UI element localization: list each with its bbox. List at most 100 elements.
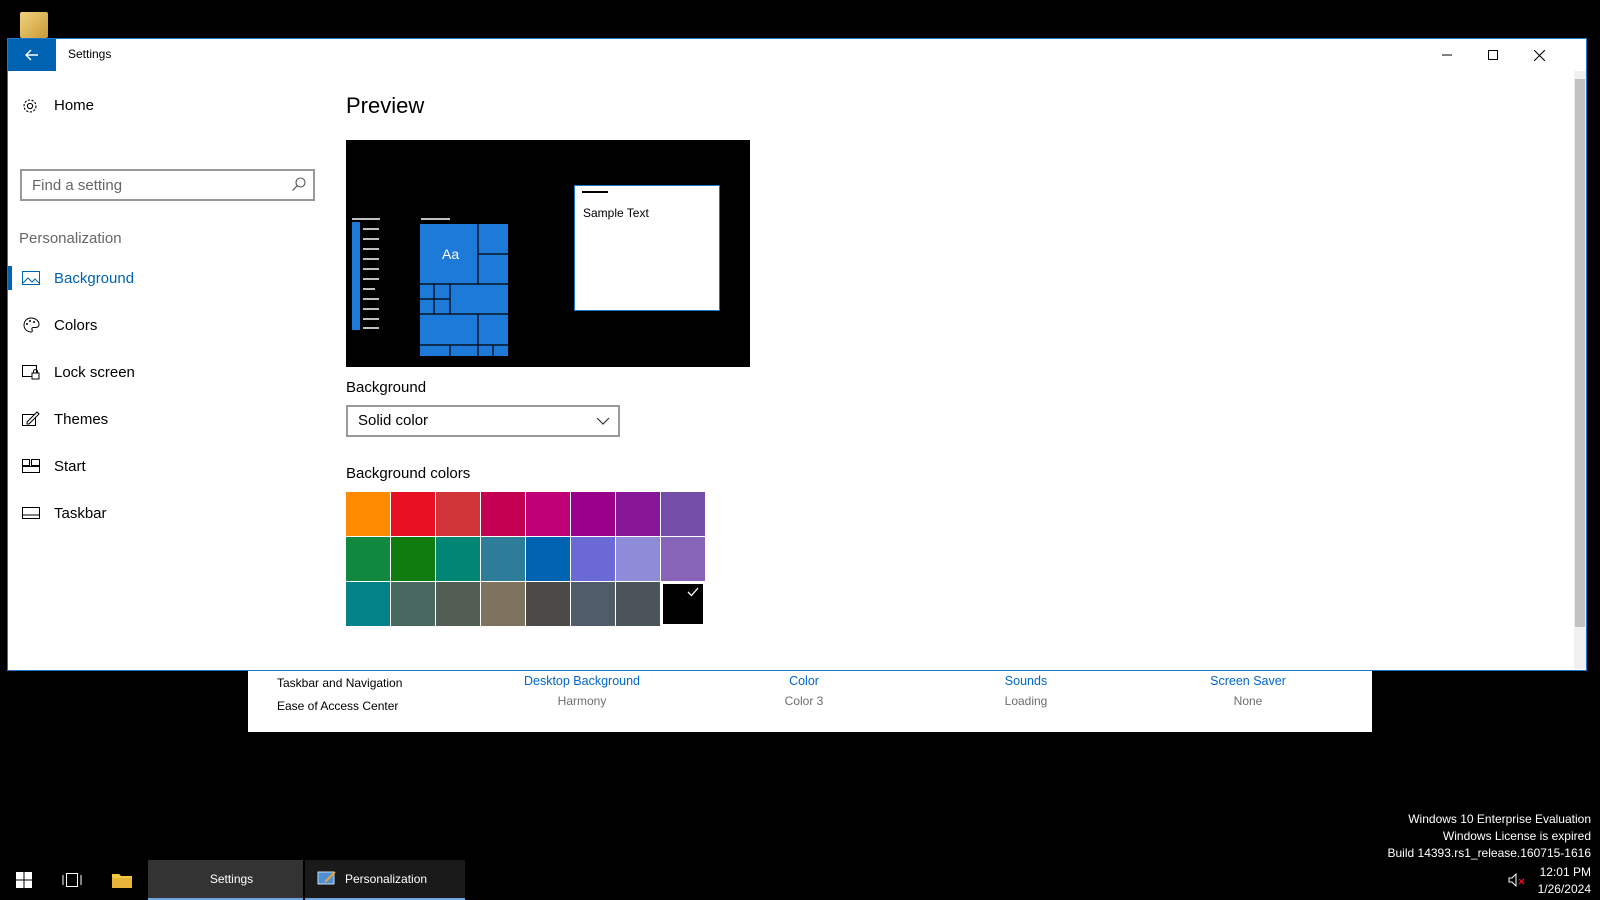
color-swatch[interactable] — [346, 492, 390, 536]
background-dropdown[interactable]: Solid color — [346, 405, 620, 437]
task-view-icon — [62, 873, 82, 887]
color-swatch[interactable] — [436, 492, 480, 536]
palette-icon — [23, 317, 40, 333]
search-box[interactable] — [20, 169, 315, 201]
color-swatch[interactable] — [526, 492, 570, 536]
color-swatch[interactable] — [346, 537, 390, 581]
desktop-user-folder-icon[interactable] — [20, 12, 48, 38]
watermark-license: Windows License is expired — [1442, 829, 1591, 843]
back-button[interactable] — [8, 39, 56, 71]
speaker-muted-icon — [1508, 873, 1525, 887]
clock[interactable]: 12:01 PM 1/26/2024 — [1538, 864, 1591, 898]
preview-tile-text: Aa — [442, 246, 460, 262]
lock-screen-icon — [22, 364, 40, 379]
windows-logo-icon — [16, 872, 32, 888]
home-nav-item[interactable]: Home — [22, 97, 94, 114]
color-swatch[interactable] — [616, 582, 660, 626]
color-swatch[interactable] — [436, 537, 480, 581]
screen-saver-subtitle: None — [1233, 694, 1263, 708]
file-explorer-button[interactable] — [98, 860, 146, 900]
taskbar-icon — [22, 507, 40, 519]
maximize-button[interactable] — [1470, 39, 1516, 71]
color-swatch[interactable] — [391, 492, 435, 536]
background-color-swatches — [346, 492, 706, 626]
volume-button[interactable] — [1504, 860, 1530, 900]
sidebar-item-themes[interactable]: Themes — [8, 399, 326, 439]
color-swatch[interactable] — [571, 537, 615, 581]
personalization-icon — [317, 871, 336, 885]
sidebar-label-lock-screen: Lock screen — [54, 363, 135, 381]
sidebar-label-colors: Colors — [54, 316, 98, 334]
color-swatch[interactable] — [616, 492, 660, 536]
taskbar-app-settings[interactable]: Settings — [148, 860, 303, 900]
search-input[interactable] — [22, 171, 282, 199]
desktop-background-item[interactable]: Desktop Background Harmony — [502, 674, 662, 708]
clock-time: 12:01 PM — [1539, 865, 1591, 879]
preview-heading: Preview — [346, 93, 425, 118]
taskbar-navigation-link[interactable]: Taskbar and Navigation — [277, 676, 402, 690]
sidebar-label-start: Start — [54, 457, 86, 475]
title-bar[interactable]: Settings — [8, 39, 1586, 71]
color-swatch[interactable] — [661, 582, 705, 626]
taskbar-app-settings-label: Settings — [209, 872, 254, 886]
picture-icon — [22, 271, 40, 285]
search-icon[interactable] — [291, 176, 307, 192]
color-swatch[interactable] — [481, 492, 525, 536]
color-swatch[interactable] — [346, 582, 390, 626]
themes-icon — [22, 411, 40, 426]
color-swatch[interactable] — [526, 582, 570, 626]
window-title: Settings — [68, 47, 112, 61]
desktop: Taskbar and Navigation Ease of Access Ce… — [0, 0, 1600, 900]
sample-text: Sample Text — [583, 206, 649, 220]
minimize-button[interactable] — [1424, 39, 1470, 71]
folder-icon — [112, 874, 132, 888]
nav-section-heading: Personalization — [19, 230, 122, 247]
color-swatch[interactable] — [526, 537, 570, 581]
taskbar: Settings Personalization 12:01 PM 1/26/2… — [0, 860, 1600, 900]
clock-date: 1/26/2024 — [1537, 882, 1591, 896]
ease-of-access-link[interactable]: Ease of Access Center — [277, 699, 398, 713]
desktop-background-subtitle: Harmony — [557, 694, 607, 708]
color-swatch[interactable] — [481, 537, 525, 581]
color-swatch[interactable] — [661, 492, 705, 536]
sounds-subtitle: Loading — [1004, 694, 1048, 708]
gear-icon — [23, 98, 37, 113]
screen-saver-item[interactable]: Screen Saver None — [1168, 674, 1328, 708]
chevron-down-icon — [596, 417, 610, 425]
desktop-background-title[interactable]: Desktop Background — [502, 674, 662, 688]
sidebar-item-start[interactable]: Start — [8, 446, 326, 486]
watermark-edition: Windows 10 Enterprise Evaluation — [1408, 812, 1591, 826]
sidebar-item-lock-screen[interactable]: Lock screen — [8, 352, 326, 392]
color-swatch[interactable] — [436, 582, 480, 626]
close-icon — [1533, 49, 1545, 61]
color-swatch[interactable] — [616, 537, 660, 581]
scrollbar-thumb[interactable] — [1575, 79, 1585, 627]
color-swatch[interactable] — [571, 492, 615, 536]
sidebar-item-colors[interactable]: Colors — [8, 305, 326, 345]
task-view-button[interactable] — [48, 860, 96, 900]
vertical-scrollbar[interactable] — [1574, 71, 1586, 669]
taskbar-app-personalization[interactable]: Personalization — [305, 860, 465, 900]
color-title[interactable]: Color — [724, 674, 884, 688]
back-arrow-icon — [25, 49, 38, 61]
sounds-item[interactable]: Sounds Loading — [946, 674, 1106, 708]
color-swatch[interactable] — [661, 537, 705, 581]
taskbar-app-personalization-label: Personalization — [345, 872, 428, 886]
color-swatch[interactable] — [481, 582, 525, 626]
start-icon — [22, 459, 40, 473]
windows-watermark: Windows 10 Enterprise Evaluation Windows… — [1388, 811, 1592, 862]
minimize-icon — [1442, 54, 1452, 56]
color-subtitle: Color 3 — [784, 694, 824, 708]
color-item[interactable]: Color Color 3 — [724, 674, 884, 708]
sidebar-item-taskbar[interactable]: Taskbar — [8, 493, 326, 533]
sidebar-item-background[interactable]: Background — [8, 258, 326, 298]
background-settings-page: Preview Aa Sample Text Background Solid … — [346, 71, 1526, 671]
color-swatch[interactable] — [571, 582, 615, 626]
color-swatch[interactable] — [391, 582, 435, 626]
close-button[interactable] — [1516, 39, 1562, 71]
settings-window: Settings Home Personalization — [7, 38, 1587, 671]
sounds-title[interactable]: Sounds — [946, 674, 1106, 688]
color-swatch[interactable] — [391, 537, 435, 581]
screen-saver-title[interactable]: Screen Saver — [1168, 674, 1328, 688]
start-button[interactable] — [0, 860, 48, 900]
